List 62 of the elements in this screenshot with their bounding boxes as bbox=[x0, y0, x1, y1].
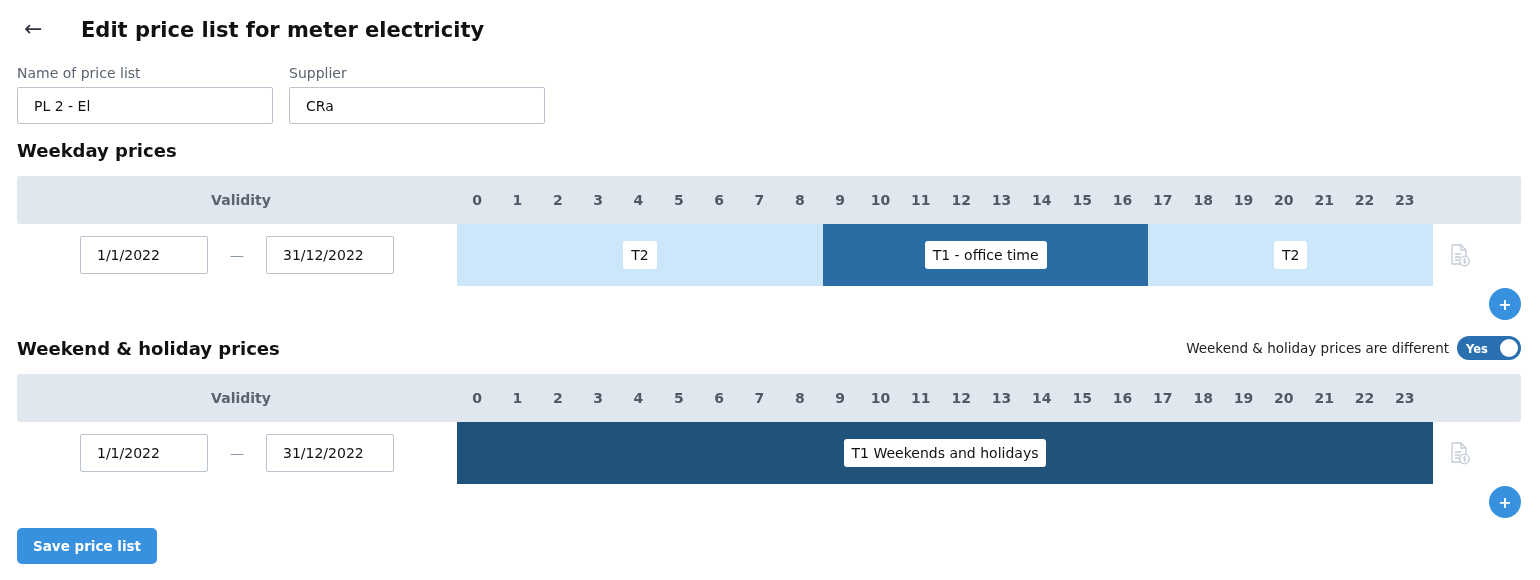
hour-label: 16 bbox=[1111, 390, 1134, 406]
hour-label: 1 bbox=[511, 192, 524, 208]
hour-label: 9 bbox=[834, 390, 847, 406]
hour-label: 15 bbox=[1071, 192, 1093, 208]
hour-label: 13 bbox=[990, 192, 1013, 208]
hour-label: 22 bbox=[1353, 390, 1376, 406]
dash-separator: — bbox=[230, 445, 244, 461]
field-label: Supplier bbox=[289, 65, 348, 83]
switch-label: Weekend & holiday prices are different bbox=[1186, 340, 1449, 356]
hour-label: 16 bbox=[1111, 192, 1134, 208]
dash-separator: — bbox=[230, 247, 244, 263]
hour-label: 11 bbox=[910, 390, 932, 406]
hour-label: 20 bbox=[1273, 390, 1295, 406]
hour-label: 5 bbox=[672, 390, 685, 406]
hour-label: 17 bbox=[1152, 390, 1174, 406]
hour-label: 11 bbox=[910, 192, 932, 208]
hour-label: 23 bbox=[1394, 192, 1416, 208]
section-title: Weekend & holiday prices bbox=[17, 337, 280, 359]
hour-label: 17 bbox=[1152, 192, 1174, 208]
hour-label: 3 bbox=[592, 390, 605, 406]
hour-label: 8 bbox=[793, 390, 806, 406]
hour-label: 19 bbox=[1232, 390, 1255, 406]
hour-label: 13 bbox=[990, 390, 1013, 406]
hour-label: 4 bbox=[632, 390, 645, 406]
hour-label: 6 bbox=[713, 390, 726, 406]
hour-label: 10 bbox=[869, 390, 892, 406]
hour-label: 21 bbox=[1313, 192, 1335, 208]
hour-label: 18 bbox=[1192, 390, 1214, 406]
hour-label: 22 bbox=[1353, 192, 1376, 208]
hour-label: 12 bbox=[950, 192, 972, 208]
hour-label: 19 bbox=[1232, 192, 1255, 208]
hour-label: 20 bbox=[1273, 192, 1295, 208]
hour-label: 2 bbox=[551, 390, 564, 406]
hour-label: 2 bbox=[551, 192, 564, 208]
hour-label: 9 bbox=[834, 192, 847, 208]
hour-label: 21 bbox=[1313, 390, 1335, 406]
hour-label: 7 bbox=[753, 390, 766, 406]
hour-label: 1 bbox=[511, 390, 524, 406]
tariff-tooltip: T1 - office time bbox=[924, 241, 1047, 269]
hour-label: 7 bbox=[753, 192, 766, 208]
field-label: Name of price list bbox=[17, 65, 142, 83]
hour-label: 5 bbox=[672, 192, 685, 208]
hour-label: 10 bbox=[869, 192, 892, 208]
hour-label: 6 bbox=[713, 192, 726, 208]
section-title: Weekday prices bbox=[17, 139, 177, 161]
hour-label: 4 bbox=[632, 192, 645, 208]
hour-label: 15 bbox=[1071, 390, 1093, 406]
page-title: Edit price list for meter electricity bbox=[81, 18, 485, 42]
tariff-tooltip: T2 bbox=[1273, 241, 1308, 269]
hour-label: 14 bbox=[1031, 390, 1053, 406]
hour-label: 23 bbox=[1394, 390, 1416, 406]
column-header: Validity bbox=[210, 192, 272, 208]
hour-label: 8 bbox=[793, 192, 806, 208]
tariff-tooltip: T1 Weekends and holidays bbox=[843, 439, 1047, 467]
hour-label: 12 bbox=[950, 390, 972, 406]
hour-label: 0 bbox=[471, 390, 484, 406]
tariff-tooltip: T2 bbox=[623, 241, 657, 269]
hour-label: 18 bbox=[1192, 192, 1214, 208]
hour-label: 3 bbox=[592, 192, 605, 208]
hour-label: 14 bbox=[1031, 192, 1053, 208]
hour-label: 0 bbox=[471, 192, 484, 208]
column-header: Validity bbox=[210, 390, 272, 406]
